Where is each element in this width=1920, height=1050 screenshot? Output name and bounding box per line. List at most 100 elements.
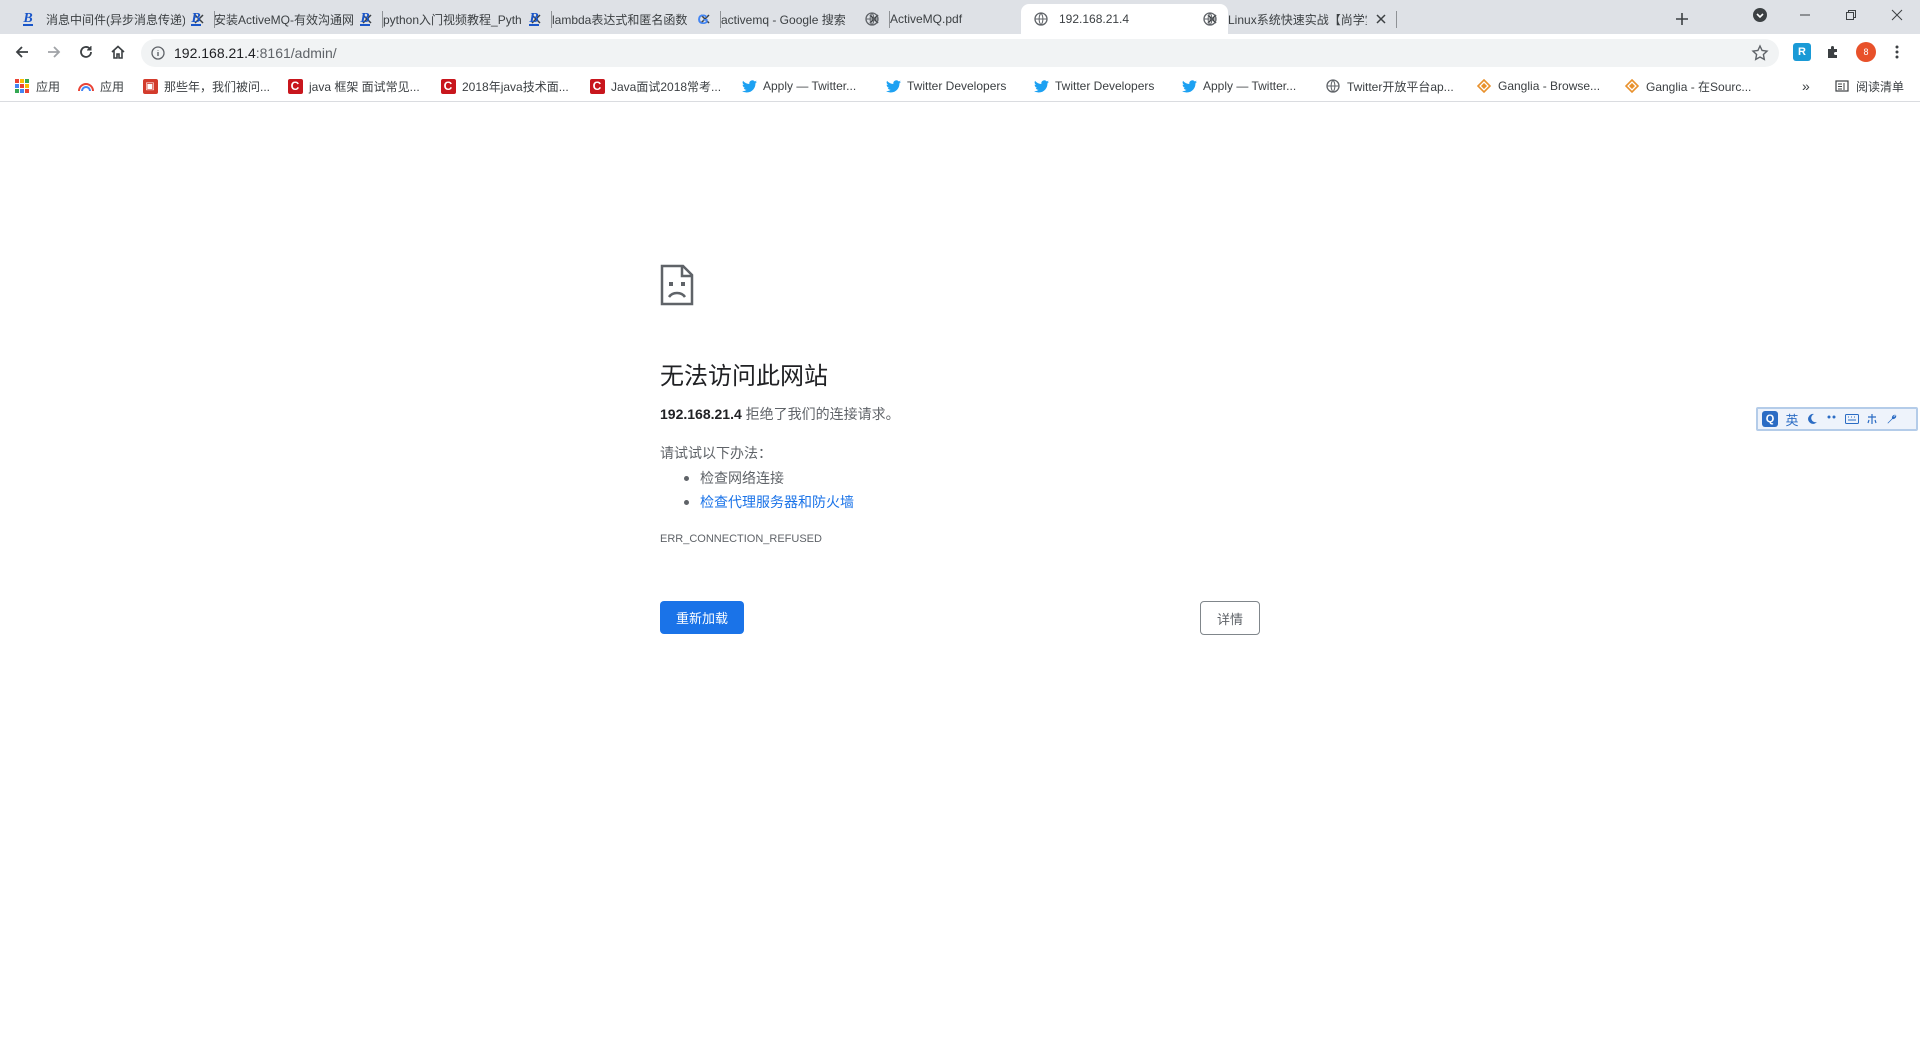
bookmark-label: java 框架 面试常见... [309,79,420,94]
ganglia-icon [1476,78,1492,94]
ime-keyboard-icon[interactable] [1842,410,1862,428]
profile-initial: 8 [1863,47,1869,57]
globe-icon [864,11,880,27]
tab-title: lambda表达式和匿名函数 [552,12,688,27]
bookmark-item[interactable]: 应用 [78,76,124,96]
bookmark-label: Twitter Developers [1055,79,1155,93]
reload-icon [80,46,92,58]
home-button[interactable] [104,38,132,66]
reload-button[interactable] [72,38,100,66]
csdn-icon: B [529,10,539,26]
bookmark-item[interactable]: Twitter开放平台ap... [1325,76,1454,96]
twitter-icon [741,78,757,94]
info-icon[interactable] [150,45,166,61]
restore-icon [1846,10,1856,20]
extension-r-icon[interactable]: R [1793,43,1811,61]
forward-button[interactable] [40,38,68,66]
bookmark-item[interactable]: C 2018年java技术面... [440,76,569,96]
tab-search-icon [1753,8,1767,22]
reload-page-button[interactable]: 重新加载 [660,601,744,634]
bookmark-label: Apply — Twitter... [763,79,857,93]
bookmark-item[interactable]: 应用 [14,76,60,96]
bookmarks-bar: 应用 应用 ▣ 那些年，我们被问... Cjava 框架 面试常见... C 2018年ja… [0,70,1920,102]
bookmark-item[interactable]: Apply — Twitter... [741,76,856,96]
bookmark-label: 应用 [100,79,125,94]
bookmark-item[interactable]: Twitter Developers [1033,76,1154,96]
twitter-icon [1033,78,1049,94]
error-description: 192.168.21.4 拒绝了我们的连接请求。 [660,404,900,424]
url-host: 192.168.21.4 [174,45,256,61]
csdn-icon: B [23,10,33,26]
arrow-right-icon [48,46,61,58]
bookmark-label: 2018年java技术面... [462,79,569,94]
address-bar[interactable]: 192.168.21.4:8161/admin/ [141,39,1779,67]
details-button[interactable]: 详情 [1200,601,1260,635]
tab-strip: B 消息中间件(异步消息传递) B 安装ActiveMQ-有效沟通网 Bpython入门… [0,0,1920,34]
chevron-double-right-icon: » [1802,78,1810,94]
ime-wrench-icon[interactable] [1882,410,1902,428]
error-code: ERR_CONNECTION_REFUSED [660,533,822,545]
ime-moon-icon[interactable] [1802,410,1822,428]
url-text[interactable]: 192.168.21.4:8161/admin/ [174,45,337,61]
suggestion-item: 检查网络连接 [680,466,854,490]
error-title: 无法访问此网站 [660,363,828,390]
google-icon: G [697,11,709,27]
bookmark-label: Apply — Twitter... [1203,79,1297,93]
tab-separator [1396,11,1397,28]
bookmark-label: Twitter Developers [907,79,1007,93]
globe-icon [1325,78,1341,94]
home-icon [111,45,125,59]
tab-title: activemq - Google 搜索 [721,12,846,27]
close-tab-icon[interactable] [1373,11,1389,27]
csdn-icon: B [360,10,370,26]
bookmark-item[interactable]: Ganglia - Browse... [1476,76,1600,96]
ime-toolbar[interactable]: Q 英 [1756,407,1918,431]
bookmark-item[interactable]: C Java面试2018常考... [589,76,721,96]
bookmark-item[interactable]: Twitter Developers [885,76,1006,96]
tab-title: 安装ActiveMQ-有效沟通网 [214,12,353,27]
bookmarks-overflow-button[interactable]: » [1802,76,1810,96]
bookmark-item[interactable]: Ganglia - 在Sourc... [1624,76,1751,96]
tab-title: ActiveMQ.pdf [890,12,963,26]
ime-mode-toggle[interactable]: 英 [1782,410,1802,428]
reading-list-label: 阅读清单 [1856,79,1905,94]
twitter-icon [1181,78,1197,94]
bookmark-item[interactable]: ▣ 那些年，我们被问... [142,76,270,96]
tab-7[interactable]: Linux系统快速实战【尚学堂 [1190,4,1397,34]
suggestion-check-proxy-link[interactable]: 检查代理服务器和防火墙 [700,494,854,510]
bookmark-star-icon[interactable] [1751,44,1769,62]
suggestion-item: 检查代理服务器和防火墙 [680,490,854,514]
bookmark-item[interactable]: Apply — Twitter... [1181,76,1296,96]
tab-title: Linux系统快速实战【尚学堂 [1228,12,1367,27]
url-path: :8161/admin/ [255,45,337,61]
bookmark-label: 应用 [36,79,61,94]
bookmark-label: Twitter开放平台ap... [1347,79,1454,94]
twitter-icon [885,78,901,94]
menu-kebab-icon[interactable] [1888,43,1906,61]
ime-punctuation-icon[interactable] [1822,410,1842,428]
reading-list-button[interactable]: 阅读清单 [1834,76,1904,96]
back-button[interactable] [8,38,36,66]
globe-icon [1033,11,1049,27]
bookmark-label: Ganglia - 在Sourc... [1646,79,1752,94]
tab-search-button[interactable] [1737,0,1783,30]
ganglia-icon [1624,78,1640,94]
restore-button[interactable] [1828,0,1874,30]
sad-document-icon [660,264,694,306]
extensions-puzzle-icon[interactable] [1824,43,1842,61]
tab-title: 192.168.21.4 [1059,12,1130,26]
new-tab-button[interactable] [1670,7,1694,31]
minimize-button[interactable] [1782,0,1828,30]
bookmark-label: Java面试2018常考... [611,79,722,94]
arrow-left-icon [15,46,28,58]
close-icon [1891,9,1903,21]
csdn-c-icon: C [589,78,605,94]
close-window-button[interactable] [1874,0,1920,30]
ime-logo-icon[interactable]: Q [1762,411,1778,427]
profile-avatar[interactable]: 8 [1856,42,1876,62]
bookmark-item[interactable]: Cjava 框架 面试常见... [287,76,420,96]
rainbow-icon [78,78,94,94]
bookmark-label: 那些年，我们被问... [164,79,271,94]
ime-chinese-settings-icon[interactable] [1862,410,1882,428]
suggestions-label: 请试试以下办法： [660,445,772,461]
